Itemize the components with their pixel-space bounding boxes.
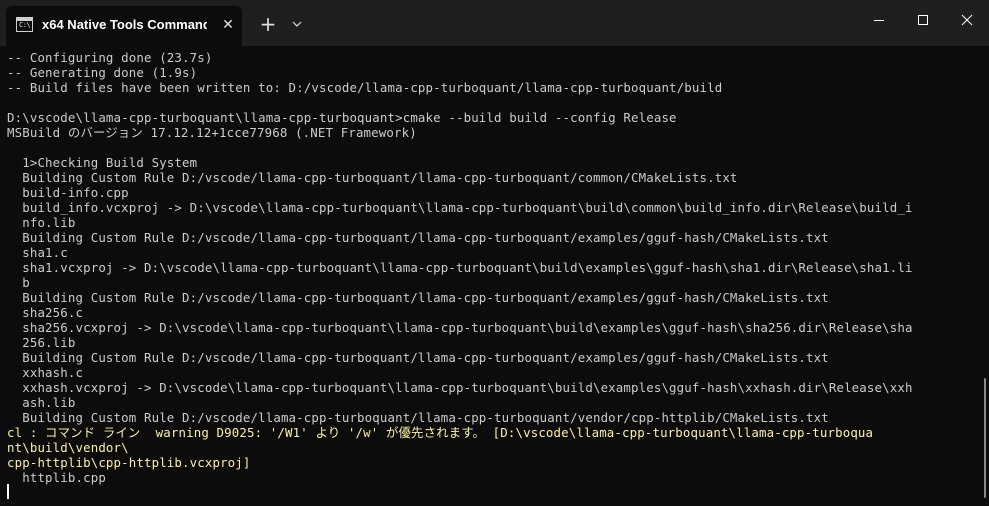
terminal-output[interactable]: -- Configuring done (23.7s) -- Generating…: [0, 46, 989, 506]
terminal-line: Building Custom Rule D:/vscode/llama-cpp…: [7, 350, 829, 365]
terminal-line: -- Build files have been written to: D:/…: [7, 80, 723, 95]
terminal-line: sha256.vcxproj -> D:\vscode\llama-cpp-tu…: [7, 320, 913, 335]
chevron-down-icon[interactable]: [288, 15, 306, 33]
terminal-line: ash.lib: [7, 395, 76, 410]
terminal-window: C:\ x64 Native Tools Command Pr ✕ +: [0, 0, 989, 506]
new-tab-button[interactable]: +: [257, 13, 279, 35]
terminal-line: Building Custom Rule D:/vscode/llama-cpp…: [7, 170, 738, 185]
terminal-line: 256.lib: [7, 335, 76, 350]
close-window-button[interactable]: [944, 0, 989, 40]
close-icon: [961, 14, 973, 26]
tab-title: x64 Native Tools Command Pr: [42, 17, 207, 32]
close-tab-icon[interactable]: ✕: [219, 16, 237, 34]
terminal-line: 1>Checking Build System: [7, 155, 198, 170]
terminal-line: sha1.c: [7, 245, 68, 260]
terminal-line: nfo.lib: [7, 215, 76, 230]
terminal-line: Building Custom Rule D:/vscode/llama-cpp…: [7, 410, 829, 425]
terminal-line: cl : コマンド ライン warning D9025: '/W1' より '/…: [7, 425, 874, 440]
scrollbar[interactable]: [984, 378, 986, 498]
terminal-line: MSBuild のバージョン 17.12.12+1cce77968 (.NET …: [7, 125, 417, 140]
command-prompt-icon: C:\: [16, 17, 33, 32]
title-bar[interactable]: C:\ x64 Native Tools Command Pr ✕ +: [0, 0, 989, 46]
terminal-line: Building Custom Rule D:/vscode/llama-cpp…: [7, 290, 829, 305]
terminal-line: nt\build\vendor\: [7, 440, 129, 455]
terminal-line: -- Configuring done (23.7s): [7, 50, 213, 65]
terminal-line: D:\vscode\llama-cpp-turboquant\llama-cpp…: [7, 110, 677, 125]
minimize-button[interactable]: [856, 0, 902, 40]
terminal-line: httplib.cpp: [7, 470, 106, 485]
terminal-line: build_info.vcxproj -> D:\vscode\llama-cp…: [7, 200, 913, 215]
terminal-line: Building Custom Rule D:/vscode/llama-cpp…: [7, 230, 829, 245]
text-cursor: [7, 484, 9, 499]
maximize-icon: [918, 15, 928, 25]
terminal-line: xxhash.c: [7, 365, 84, 380]
terminal-line: -- Generating done (1.9s): [7, 65, 198, 80]
tab-command-prompt[interactable]: C:\ x64 Native Tools Command Pr ✕: [6, 6, 242, 46]
terminal-line: b: [7, 275, 30, 290]
minimize-icon: [874, 20, 884, 21]
terminal-line: xxhash.vcxproj -> D:\vscode\llama-cpp-tu…: [7, 380, 913, 395]
terminal-line: cpp-httplib\cpp-httplib.vcxproj]: [7, 455, 251, 470]
terminal-line: sha256.c: [7, 305, 84, 320]
terminal-line: build-info.cpp: [7, 185, 129, 200]
terminal-line: sha1.vcxproj -> D:\vscode\llama-cpp-turb…: [7, 260, 913, 275]
maximize-button[interactable]: [900, 0, 946, 40]
